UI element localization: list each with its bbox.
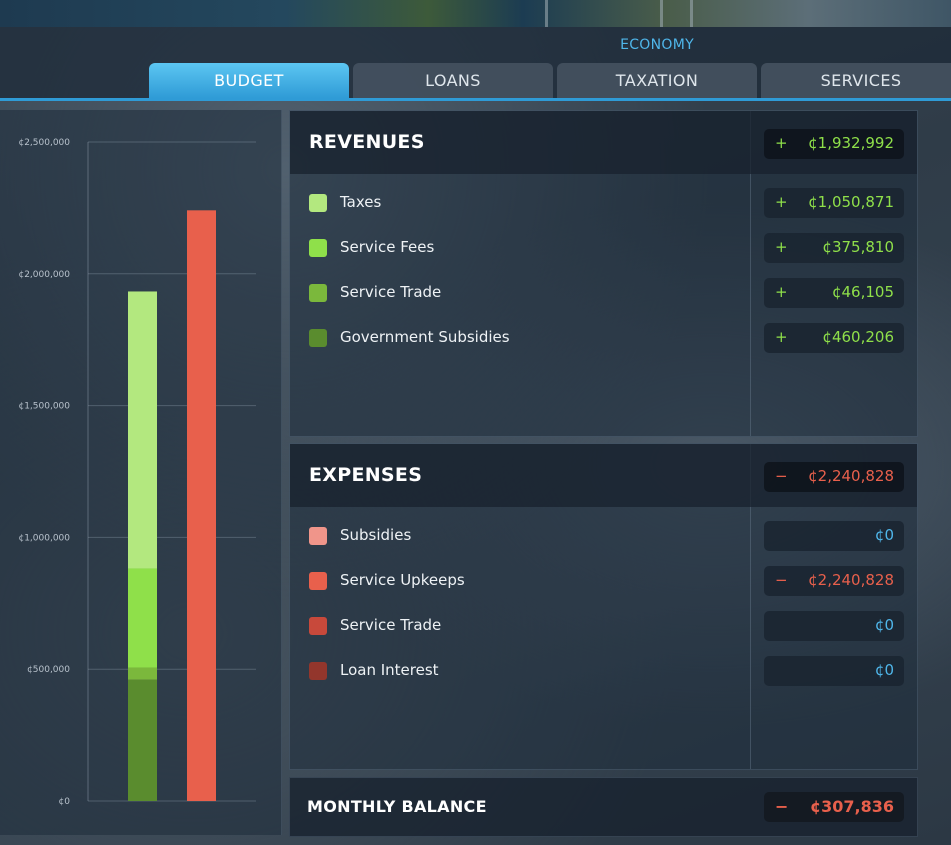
expense-value-loan-interest: ¢0 xyxy=(764,656,904,686)
expense-value-subsidies: ¢0 xyxy=(764,521,904,551)
revenue-value-service-fees: + ¢375,810 xyxy=(764,233,904,263)
amount: ¢0 xyxy=(874,661,894,679)
expenses-panel: EXPENSES − ¢2,240,828 Subsidies ¢0 Servi… xyxy=(289,443,918,770)
amount: ¢0 xyxy=(874,616,894,634)
budget-chart: ¢2,500,000 ¢2,000,000 ¢1,500,000 ¢1,000,000… xyxy=(18,138,256,807)
plus-sign: + xyxy=(775,328,788,346)
expense-value-service-upkeeps: − ¢2,240,828 xyxy=(764,566,904,596)
expense-label-service-trade: Service Trade xyxy=(340,616,442,634)
y-tick-label: ¢2,000,000 xyxy=(18,270,70,280)
expenses-total-value: ¢2,240,828 xyxy=(808,467,894,485)
bar-segment xyxy=(128,568,157,668)
minus-sign: − xyxy=(775,797,789,816)
y-tick-label: ¢1,000,000 xyxy=(18,533,70,543)
monthly-balance-panel: MONTHLY BALANCE − ¢307,836 xyxy=(289,777,918,837)
government-subsidies-swatch xyxy=(309,329,327,347)
y-tick-label: ¢500,000 xyxy=(27,665,70,675)
y-tick-label: ¢1,500,000 xyxy=(18,402,70,412)
revenues-total: + ¢1,932,992 xyxy=(764,129,904,159)
revenue-label-government-subsidies: Government Subsidies xyxy=(340,328,510,346)
service-fees-swatch xyxy=(309,239,327,257)
monthly-balance-title: MONTHLY BALANCE xyxy=(307,797,487,816)
revenue-label-service-trade: Service Trade xyxy=(340,283,442,301)
expenses-title: EXPENSES xyxy=(309,464,423,486)
plus-sign: + xyxy=(775,134,788,152)
expense-value-service-trade: ¢0 xyxy=(764,611,904,641)
amount: ¢0 xyxy=(874,526,894,544)
service-upkeeps-swatch xyxy=(309,572,327,590)
bar-segment xyxy=(187,210,216,801)
expense-label-service-upkeeps: Service Upkeeps xyxy=(340,571,465,589)
expense-label-subsidies: Subsidies xyxy=(340,526,412,544)
revenue-value-service-trade: + ¢46,105 xyxy=(764,278,904,308)
budget-chart-panel: ¢2,500,000 ¢2,000,000 ¢1,500,000 ¢1,000,000… xyxy=(0,110,282,835)
taxes-swatch xyxy=(309,194,327,212)
bar-segment xyxy=(128,679,157,801)
amount: ¢1,050,871 xyxy=(808,193,894,211)
revenues-title: REVENUES xyxy=(309,131,425,153)
tab-loans[interactable]: LOANS xyxy=(353,63,553,98)
expense-label-loan-interest: Loan Interest xyxy=(340,661,439,679)
amount: ¢46,105 xyxy=(831,283,894,301)
plus-sign: + xyxy=(775,283,788,301)
revenues-panel: REVENUES + ¢1,932,992 Taxes + ¢1,050,871… xyxy=(289,110,918,437)
minus-sign: − xyxy=(775,467,788,485)
revenue-label-taxes: Taxes xyxy=(340,193,382,211)
plus-sign: + xyxy=(775,193,788,211)
revenues-total-value: ¢1,932,992 xyxy=(808,134,894,152)
tab-services[interactable]: SERVICES xyxy=(761,63,951,98)
revenue-value-taxes: + ¢1,050,871 xyxy=(764,188,904,218)
bar-segment xyxy=(128,291,157,569)
amount: ¢375,810 xyxy=(822,238,894,256)
revenue-label-service-fees: Service Fees xyxy=(340,238,435,256)
tab-underline xyxy=(0,98,951,101)
balance-amount: ¢307,836 xyxy=(809,797,894,816)
minus-sign: − xyxy=(775,571,788,589)
plus-sign: + xyxy=(775,238,788,256)
map-background-strip xyxy=(0,0,951,27)
monthly-balance-value: − ¢307,836 xyxy=(764,792,904,822)
page-title: ECONOMY xyxy=(620,37,694,53)
service-trade-swatch xyxy=(309,284,327,302)
subsidies-swatch xyxy=(309,527,327,545)
expense-service-trade-swatch xyxy=(309,617,327,635)
amount: ¢460,206 xyxy=(822,328,894,346)
revenue-value-government-subsidies: + ¢460,206 xyxy=(764,323,904,353)
expenses-total: − ¢2,240,828 xyxy=(764,462,904,492)
y-tick-label: ¢2,500,000 xyxy=(18,138,70,148)
amount: ¢2,240,828 xyxy=(808,571,894,589)
loan-interest-swatch xyxy=(309,662,327,680)
tab-taxation[interactable]: TAXATION xyxy=(557,63,757,98)
bar-segment xyxy=(128,667,157,680)
y-tick-label: ¢0 xyxy=(59,797,71,807)
tab-budget[interactable]: BUDGET xyxy=(149,63,349,98)
